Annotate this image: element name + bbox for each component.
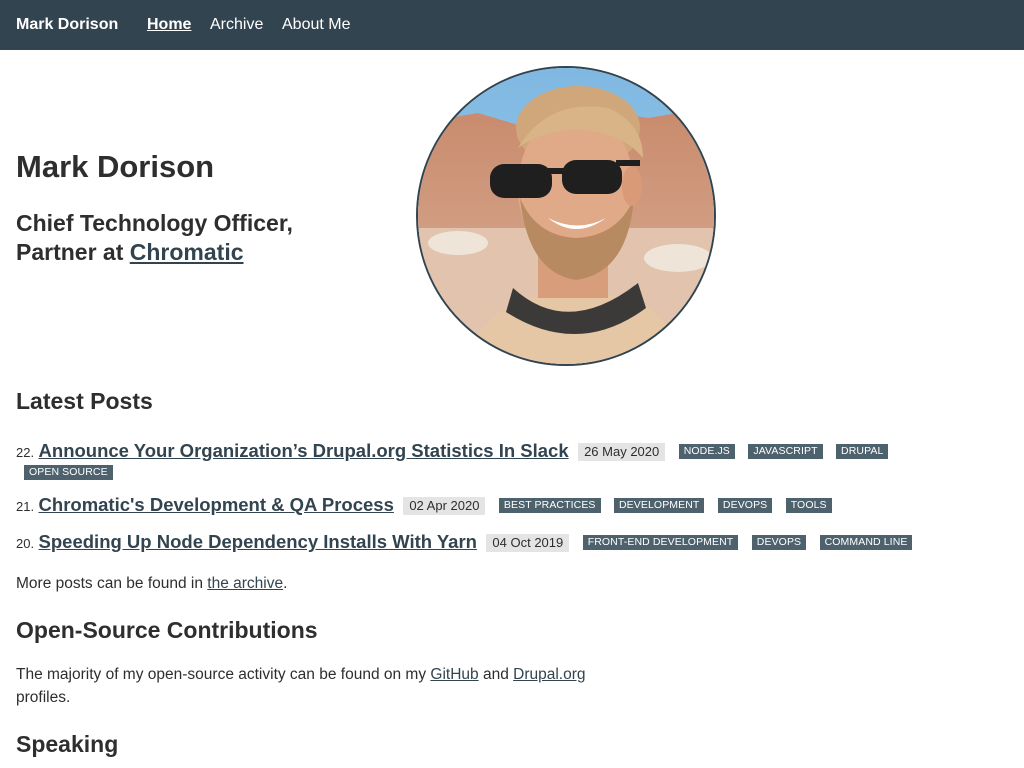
post-item-20: 20. Speeding Up Node Dependency Installs… — [16, 531, 913, 553]
tag-nodejs[interactable]: NODE.JS — [678, 444, 735, 459]
hero-role: Chief Technology Officer, Partner at Chr… — [16, 209, 293, 267]
site-brand-link[interactable]: Mark Dorison — [16, 15, 118, 35]
open-source-and: and — [482, 666, 509, 683]
more-posts-text: More posts can be found in the archive. — [16, 572, 287, 595]
latest-posts-heading: Latest Posts — [16, 388, 153, 414]
archive-link[interactable]: the archive — [207, 575, 283, 592]
post-item-22-tags-overflow: OPEN SOURCE — [24, 465, 113, 483]
tag-front-end-development[interactable]: FRONT-END DEVELOPMENT — [582, 535, 739, 550]
drupal-org-link[interactable]: Drupal.org — [513, 666, 585, 683]
tag-drupal[interactable]: DRUPAL — [836, 444, 889, 459]
tag-development[interactable]: DEVELOPMENT — [614, 498, 705, 513]
nav-link-about-me[interactable]: About Me — [282, 15, 350, 35]
top-navbar: Mark Dorison Home Archive About Me — [0, 0, 1024, 50]
open-source-heading: Open-Source Contributions — [16, 617, 318, 643]
tag-best-practices[interactable]: BEST PRACTICES — [498, 498, 601, 513]
post-date: 04 Oct 2019 — [486, 534, 570, 552]
tag-open-source[interactable]: OPEN SOURCE — [24, 465, 113, 480]
speaking-heading: Speaking — [16, 731, 119, 757]
hero-name: Mark Dorison — [16, 149, 215, 184]
tag-command-line[interactable]: COMMAND LINE — [819, 535, 913, 550]
open-source-suffix: profiles. — [16, 689, 71, 706]
post-date: 02 Apr 2020 — [403, 497, 486, 515]
more-posts-prefix: More posts can be found in — [16, 575, 203, 592]
post-title-link[interactable]: Chromatic's Development & QA Process — [39, 494, 394, 515]
hero-role-company-line: Partner at Chromatic — [16, 238, 293, 267]
post-title-link[interactable]: Speeding Up Node Dependency Installs Wit… — [39, 531, 477, 552]
portrait-image — [418, 68, 714, 364]
open-source-text: The majority of my open-source activity … — [16, 663, 616, 709]
tag-tools[interactable]: TOOLS — [785, 498, 832, 513]
post-number: 20. — [16, 536, 35, 551]
avatar-photo — [416, 66, 716, 366]
post-date: 26 May 2020 — [578, 443, 666, 461]
more-posts-suffix: . — [283, 575, 288, 592]
post-title-link[interactable]: Announce Your Organization’s Drupal.org … — [39, 440, 569, 461]
post-number: 21. — [16, 499, 35, 514]
github-link[interactable]: GitHub — [430, 666, 478, 683]
post-item-21: 21. Chromatic's Development & QA Process… — [16, 494, 832, 516]
post-item-22: 22. Announce Your Organization’s Drupal.… — [16, 440, 889, 462]
post-number: 22. — [16, 445, 35, 460]
tag-devops[interactable]: DEVOPS — [751, 535, 807, 550]
nav-link-home[interactable]: Home — [147, 15, 191, 35]
hero-role-prefix: Partner at — [16, 239, 124, 265]
hero-role-title: Chief Technology Officer, — [16, 210, 293, 236]
nav-link-archive[interactable]: Archive — [210, 15, 263, 35]
tag-devops[interactable]: DEVOPS — [717, 498, 773, 513]
tag-javascript[interactable]: JAVASCRIPT — [748, 444, 823, 459]
company-link[interactable]: Chromatic — [130, 239, 244, 265]
open-source-prefix: The majority of my open-source activity … — [16, 666, 427, 683]
